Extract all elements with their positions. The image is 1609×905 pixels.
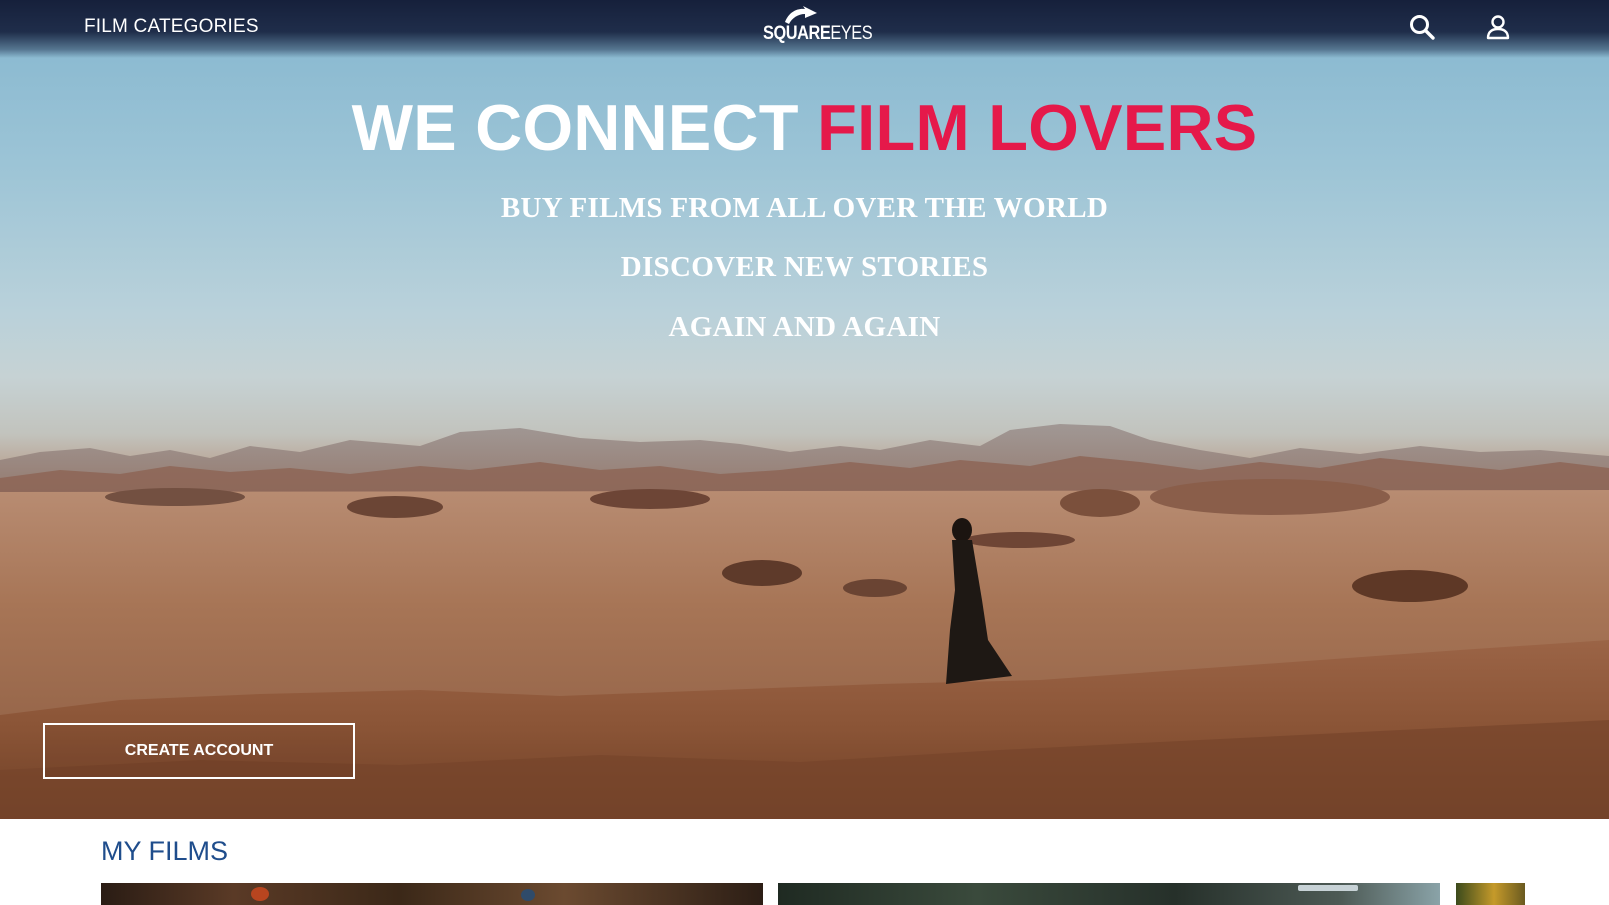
- film-card-1[interactable]: [101, 883, 763, 905]
- film-card-1-detail-2: [521, 889, 535, 901]
- create-account-button[interactable]: CREATE ACCOUNT: [43, 723, 355, 779]
- film-card-3[interactable]: [1456, 883, 1525, 905]
- film-card-1-detail: [251, 887, 269, 901]
- film-categories-menu[interactable]: FILM CATEGORIES: [84, 16, 259, 38]
- account-button[interactable]: [1484, 13, 1512, 41]
- logo-text-square: SQUARE: [763, 23, 831, 44]
- search-button[interactable]: [1408, 13, 1436, 41]
- headline-white-part: WE CONNECT: [351, 91, 799, 164]
- hero-banner: FILM CATEGORIES SQUAREEYES WE CONNECT FI…: [0, 0, 1609, 819]
- film-card-2[interactable]: [778, 883, 1440, 905]
- my-films-title: MY FILMS: [101, 836, 229, 866]
- film-card-2-detail: [1298, 885, 1358, 891]
- squareeyes-logo[interactable]: SQUAREEYES: [761, 6, 873, 46]
- top-navigation-bar: FILM CATEGORIES SQUAREEYES: [0, 0, 1609, 58]
- tagline-3: AGAIN AND AGAIN: [668, 311, 941, 343]
- search-icon: [1410, 15, 1435, 40]
- user-icon: [1486, 15, 1510, 40]
- headline-accent-part: FILM LOVERS: [817, 91, 1258, 164]
- tagline-2: DISCOVER NEW STORIES: [620, 251, 989, 283]
- tagline-1: BUY FILMS FROM ALL OVER THE WORLD: [500, 192, 1109, 224]
- hero-headline: WE CONNECT FILM LOVERS: [0, 90, 1609, 165]
- logo-text-eyes: EYES: [830, 23, 873, 44]
